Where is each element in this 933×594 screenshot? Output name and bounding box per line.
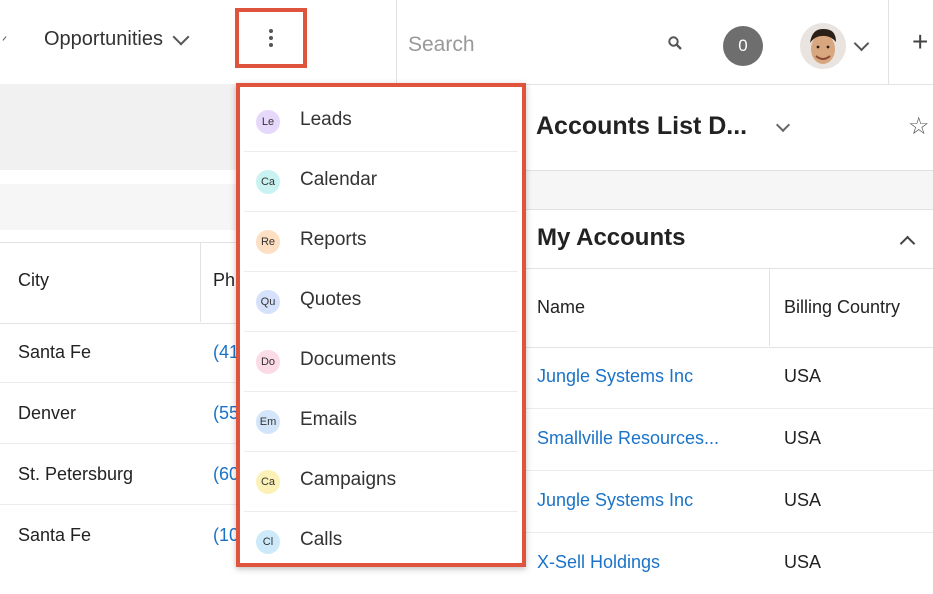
cell-city: Santa Fe bbox=[18, 525, 92, 545]
column-header-phone[interactable]: Ph bbox=[213, 270, 235, 291]
table-row[interactable]: Jungle Systems Inc USA bbox=[525, 346, 933, 409]
menu-item-label: Reports bbox=[300, 229, 367, 250]
user-avatar[interactable] bbox=[800, 23, 846, 69]
column-divider bbox=[769, 268, 770, 346]
cell-country: USA bbox=[784, 428, 822, 448]
table-row[interactable]: X-Sell Holdings USA bbox=[525, 532, 933, 594]
module-badge-icon: Cl bbox=[256, 530, 280, 554]
menu-item-calls[interactable]: Cl Calls bbox=[244, 511, 518, 571]
chevron-down-icon[interactable] bbox=[775, 117, 791, 133]
module-badge-icon: Qu bbox=[256, 290, 280, 314]
more-modules-button[interactable] bbox=[235, 8, 307, 68]
divider bbox=[525, 209, 933, 210]
chevron-left-icon[interactable] bbox=[0, 30, 6, 50]
module-badge-icon: Re bbox=[256, 230, 280, 254]
avatar-image bbox=[800, 23, 846, 69]
chevron-down-icon[interactable] bbox=[853, 35, 870, 52]
cell-city: Santa Fe bbox=[18, 342, 92, 362]
module-tab-opportunities[interactable]: Opportunities bbox=[44, 28, 190, 51]
menu-item-emails[interactable]: Em Emails bbox=[244, 391, 518, 452]
divider bbox=[888, 0, 889, 84]
column-divider bbox=[200, 242, 201, 322]
account-name-link[interactable]: Jungle Systems Inc bbox=[537, 490, 693, 511]
divider bbox=[396, 0, 397, 84]
kebab-icon bbox=[269, 29, 273, 47]
column-header-billing-country[interactable]: Billing Country bbox=[784, 297, 900, 318]
favorite-star-icon[interactable]: ☆ bbox=[908, 112, 930, 141]
menu-item-quotes[interactable]: Qu Quotes bbox=[244, 271, 518, 332]
cell-country: USA bbox=[784, 490, 822, 510]
account-name-link[interactable]: Smallville Resources... bbox=[537, 428, 719, 449]
menu-item-label: Quotes bbox=[300, 289, 362, 310]
menu-item-campaigns[interactable]: Ca Campaigns bbox=[244, 451, 518, 512]
module-badge-icon: Ca bbox=[256, 170, 280, 194]
menu-item-label: Calls bbox=[300, 529, 343, 550]
dashlet-title: My Accounts bbox=[537, 224, 686, 251]
module-badge-icon: Ca bbox=[256, 470, 280, 494]
menu-item-label: Documents bbox=[300, 349, 397, 370]
notifications-badge[interactable]: 0 bbox=[723, 26, 763, 66]
account-name-link[interactable]: X-Sell Holdings bbox=[537, 552, 660, 573]
menu-item-label: Calendar bbox=[300, 169, 378, 190]
cell-city: Denver bbox=[18, 403, 77, 423]
menu-item-label: Emails bbox=[300, 409, 358, 430]
column-header-name[interactable]: Name bbox=[537, 297, 585, 318]
module-tab-label: Opportunities bbox=[44, 28, 163, 50]
chevron-down-icon[interactable] bbox=[172, 28, 190, 45]
menu-item-documents[interactable]: Do Documents bbox=[244, 331, 518, 392]
cell-country: USA bbox=[784, 366, 822, 386]
menu-item-calendar[interactable]: Ca Calendar bbox=[244, 151, 518, 212]
table-row[interactable]: Jungle Systems Inc USA bbox=[525, 470, 933, 533]
more-modules-dropdown: Le Leads Ca Calendar Re Reports Qu Quote… bbox=[236, 83, 526, 567]
account-name-link[interactable]: Jungle Systems Inc bbox=[537, 366, 693, 387]
column-header-city[interactable]: City bbox=[18, 270, 49, 291]
cell-city: St. Petersburg bbox=[18, 464, 134, 484]
dashlet-toolbar-band bbox=[525, 171, 933, 209]
menu-item-reports[interactable]: Re Reports bbox=[244, 211, 518, 272]
quick-create-plus-icon[interactable]: + bbox=[912, 28, 928, 56]
top-nav-bar: Opportunities Search 0 + bbox=[0, 0, 933, 85]
collapse-chevron-up-icon[interactable] bbox=[899, 235, 916, 252]
menu-item-label: Leads bbox=[300, 109, 352, 130]
module-badge-icon: Do bbox=[256, 350, 280, 374]
table-row[interactable]: Smallville Resources... USA bbox=[525, 408, 933, 471]
module-badge-icon: Le bbox=[256, 110, 280, 134]
search-icon[interactable] bbox=[668, 36, 682, 50]
cell-country: USA bbox=[784, 552, 822, 572]
menu-item-leads[interactable]: Le Leads bbox=[244, 91, 518, 152]
menu-item-label: Campaigns bbox=[300, 469, 397, 490]
search-input[interactable]: Search bbox=[408, 33, 475, 57]
module-badge-icon: Em bbox=[256, 410, 280, 434]
dashboard-title[interactable]: Accounts List D... bbox=[536, 112, 747, 141]
